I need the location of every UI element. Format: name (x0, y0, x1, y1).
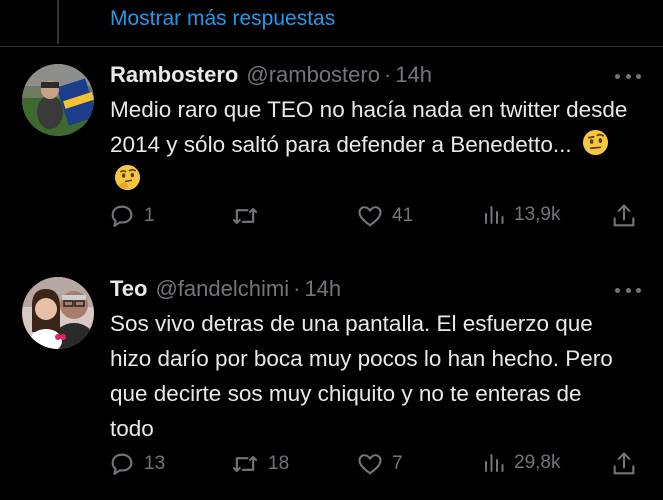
separator-dot: · (293, 276, 301, 301)
like-count: 41 (392, 205, 414, 226)
heart-icon (358, 454, 382, 475)
views-count: 13,9k (514, 204, 561, 225)
like-count: 7 (392, 453, 403, 474)
face-with-raised-eyebrow-icon (582, 129, 608, 156)
avatar-rambostero[interactable] (22, 64, 94, 136)
share-icon (613, 204, 635, 227)
reply-count: 1 (144, 205, 155, 226)
repost-icon (232, 455, 258, 473)
tweet-body: Medio raro que TEO no hacía nada en twit… (110, 97, 628, 157)
tweet-divider (0, 46, 663, 47)
views-button[interactable]: 29,8k (482, 450, 560, 476)
views-chart-icon (485, 454, 504, 472)
repost-icon (232, 207, 258, 225)
reply-icon (111, 205, 133, 227)
show-more-replies-link[interactable]: Mostrar más respuestas (110, 7, 335, 31)
share-button[interactable] (610, 202, 646, 230)
thread-connector-line (57, 0, 59, 44)
tweet-actions: 13 18 7 29,8k (108, 450, 643, 482)
repost-button[interactable] (230, 202, 268, 230)
reply-button[interactable]: 13 (108, 450, 165, 478)
avatar-image (22, 277, 94, 349)
tweet-header: Rambostero @rambostero · 14h (110, 62, 432, 88)
repost-button[interactable]: 18 (230, 450, 289, 478)
reply-button[interactable]: 1 (108, 202, 155, 230)
reply-icon (111, 453, 133, 475)
heart-icon (358, 206, 382, 227)
tweet-header: Teo @fandelchimi · 14h (110, 276, 341, 302)
user-handle[interactable]: @fandelchimi (155, 276, 289, 302)
display-name[interactable]: Rambostero (110, 62, 238, 88)
tweet-text: Sos vivo detras de una pantalla. El esfu… (110, 306, 630, 446)
tweet-timestamp[interactable]: 14h (395, 62, 432, 88)
avatar-image (22, 64, 94, 136)
views-count: 29,8k (514, 452, 561, 473)
like-button[interactable]: 7 (356, 450, 403, 478)
tweet-actions: 1 41 13,9k (108, 202, 643, 234)
share-button[interactable] (610, 450, 646, 478)
more-options-icon[interactable] (615, 285, 641, 295)
views-button[interactable]: 13,9k (482, 202, 560, 228)
display-name[interactable]: Teo (110, 276, 147, 302)
thinking-face-icon (114, 164, 141, 191)
reply-count: 13 (144, 453, 166, 474)
avatar-teo[interactable] (22, 277, 94, 349)
tweet-text: Medio raro que TEO no hacía nada en twit… (110, 92, 630, 197)
repost-count: 18 (268, 453, 290, 474)
more-options-icon[interactable] (615, 71, 641, 81)
like-button[interactable]: 41 (356, 202, 413, 230)
separator-dot: · (383, 62, 392, 87)
views-chart-icon (485, 206, 504, 224)
share-icon (613, 452, 635, 475)
user-handle[interactable]: @rambostero (246, 62, 380, 88)
tweet-body: Sos vivo detras de una pantalla. El esfu… (110, 311, 613, 441)
tweet-timestamp[interactable]: 14h (304, 276, 341, 302)
